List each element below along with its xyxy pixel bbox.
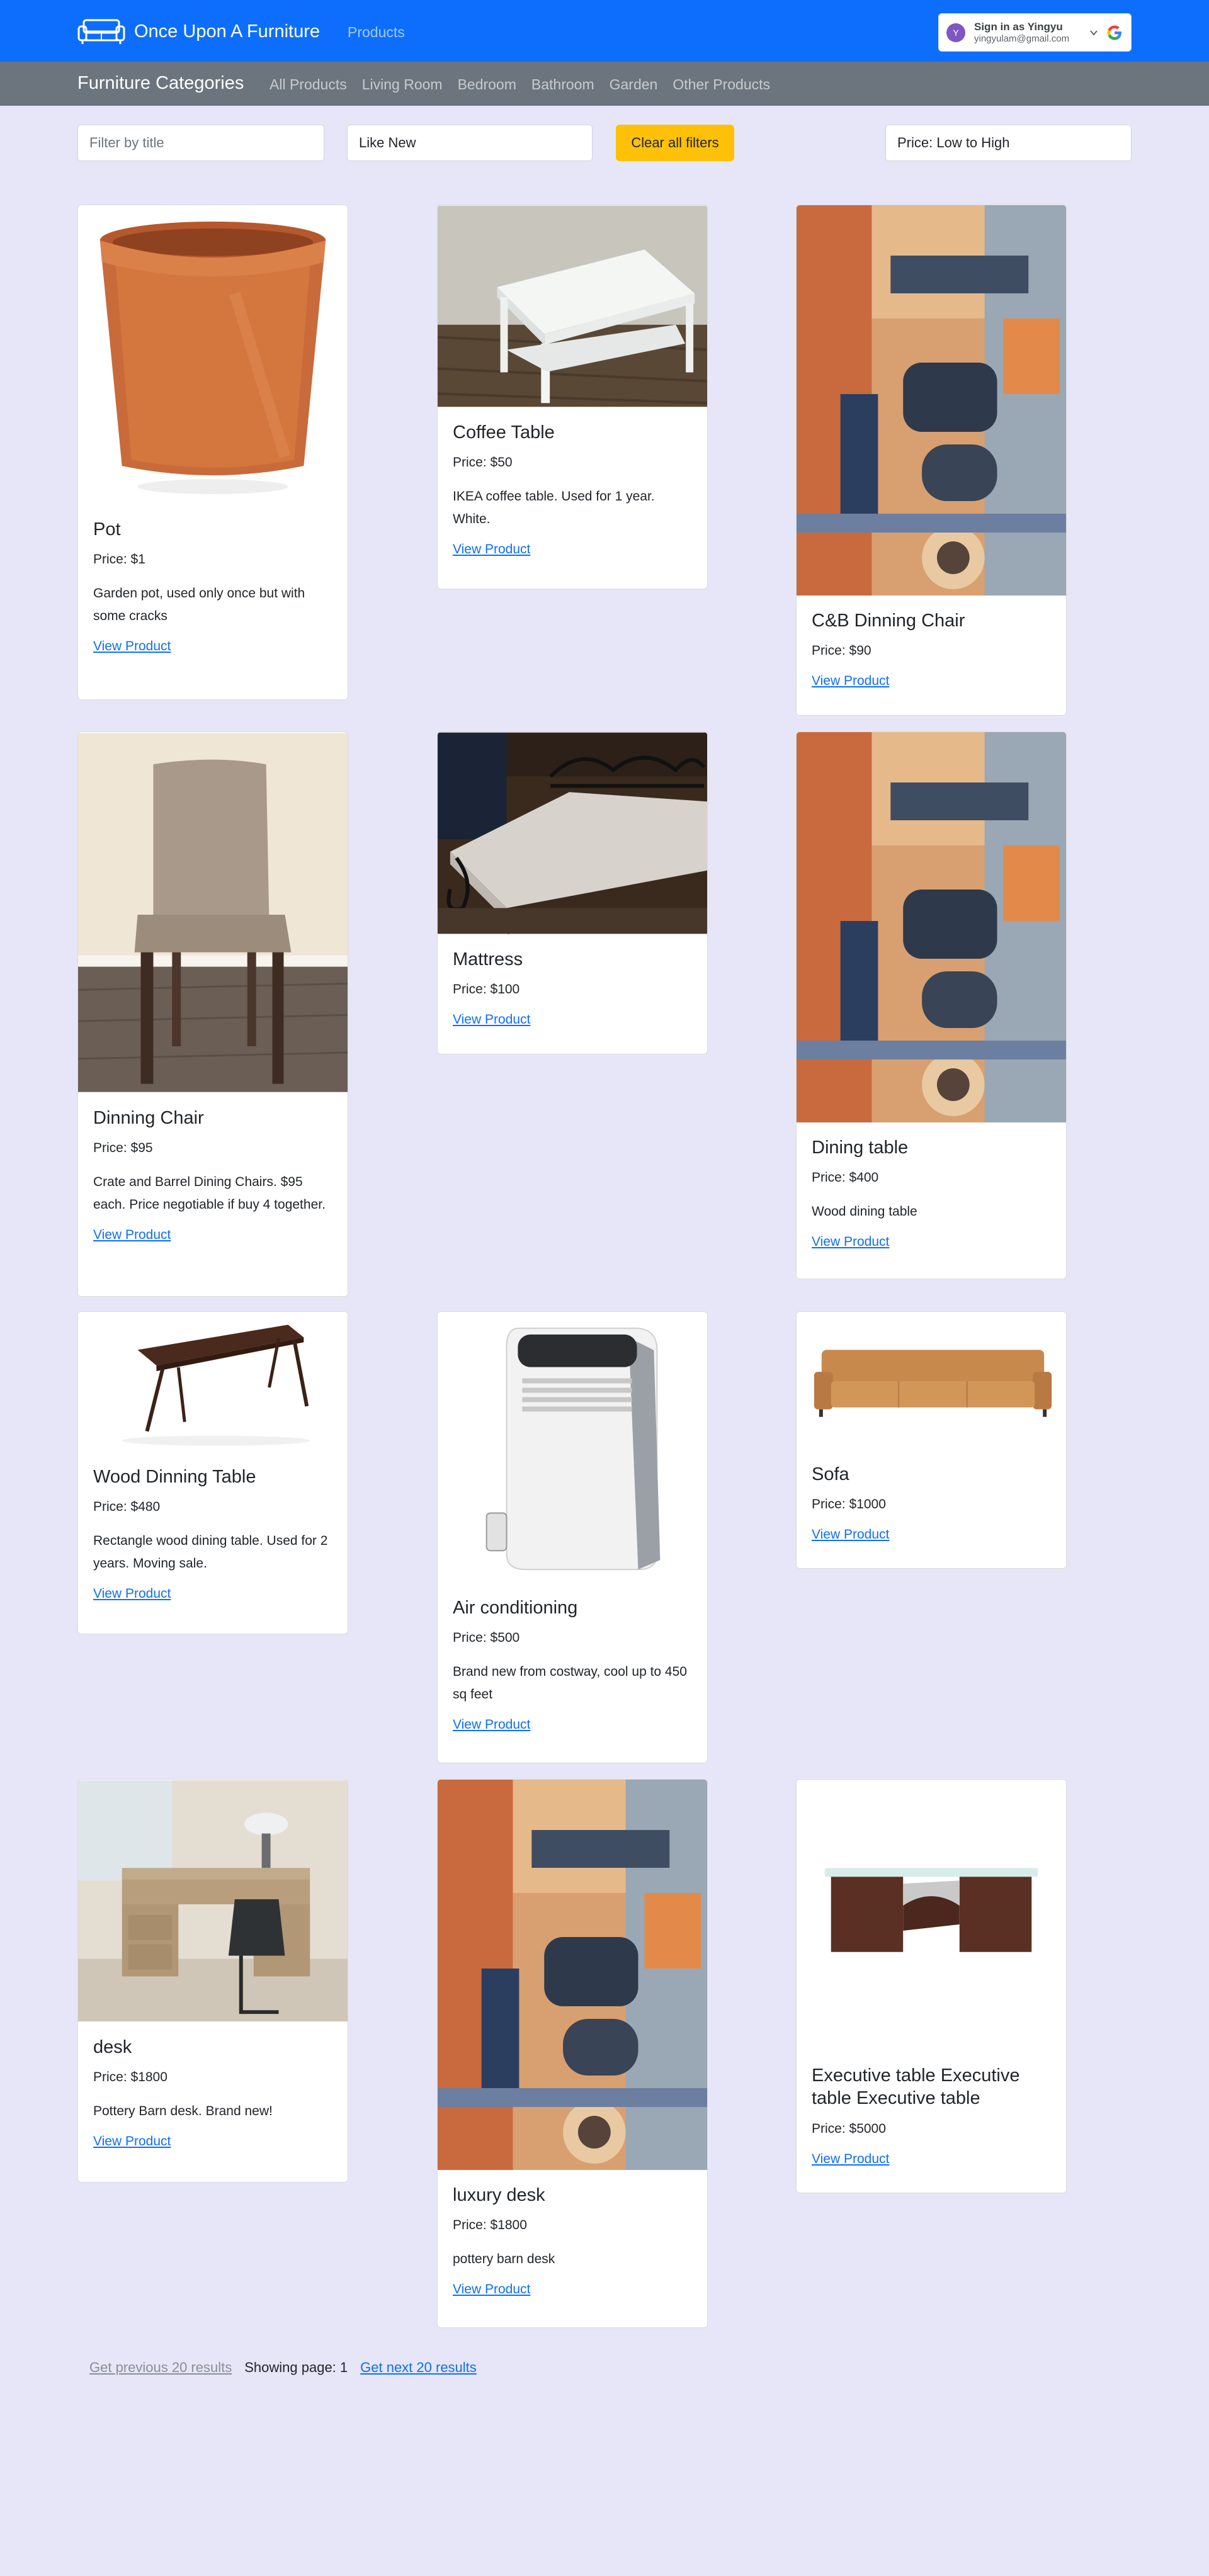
product-title: Coffee Table — [453, 422, 555, 443]
product-image-executive-table — [797, 1780, 1066, 2050]
product-description: Garden pot, used only once but with some… — [93, 586, 305, 623]
previous-page-link[interactable]: Get previous 20 results — [89, 2359, 232, 2376]
product-image-wood-dinning-table — [78, 1312, 348, 1452]
product-image-pot — [78, 205, 348, 504]
product-title: Wood Dinning Table — [93, 1467, 256, 1487]
product-card-luxury-desk: luxury desk Price: $1800 pottery barn de… — [437, 1779, 708, 2328]
product-card-pot: Pot Price: $1 Garden pot, used only once… — [77, 205, 348, 700]
product-price: Price: $480 — [93, 1500, 161, 1515]
product-title: Dining table — [812, 1138, 909, 1158]
product-description: Brand new from costway, cool up to 450 s… — [453, 1664, 687, 1702]
next-page-link[interactable]: Get next 20 results — [360, 2359, 477, 2376]
category-garden[interactable]: Garden — [610, 76, 658, 93]
product-description: Rectangle wood dining table. Used for 2 … — [93, 1534, 328, 1571]
view-product-link[interactable]: View Product — [812, 1527, 889, 1542]
product-title: desk — [93, 2037, 132, 2057]
product-image-luxury-desk — [438, 1780, 707, 2170]
view-product-link[interactable]: View Product — [453, 2282, 530, 2297]
view-product-link[interactable]: View Product — [812, 2152, 889, 2167]
product-price: Price: $1800 — [93, 2070, 167, 2085]
clear-filters-button[interactable]: Clear all filters — [616, 125, 734, 161]
product-description: Wood dining table — [812, 1204, 917, 1219]
product-price: Price: $100 — [453, 982, 520, 997]
product-title: Sofa — [812, 1464, 849, 1484]
product-card-dinning-chair: Dinning Chair Price: $95 Crate and Barre… — [77, 732, 348, 1297]
category-bedroom[interactable]: Bedroom — [458, 76, 516, 93]
category-other-products[interactable]: Other Products — [673, 76, 770, 93]
category-bathroom[interactable]: Bathroom — [531, 76, 594, 93]
product-description: pottery barn desk — [453, 2252, 555, 2267]
product-price: Price: $1 — [93, 552, 145, 567]
product-title: Mattress — [453, 949, 523, 969]
product-description: Pottery Barn desk. Brand new! — [93, 2104, 273, 2119]
pagination: Get previous 20 results Showing page: 1 … — [89, 2359, 477, 2376]
view-product-link[interactable]: View Product — [93, 2134, 171, 2149]
product-title: luxury desk — [453, 2185, 545, 2205]
product-price: Price: $500 — [453, 1630, 520, 1646]
category-living-room[interactable]: Living Room — [362, 76, 443, 93]
brand-name: Once Upon A Furniture — [134, 21, 320, 42]
view-product-link[interactable]: View Product — [453, 542, 530, 557]
signin-email: yingyulam@gmail.com — [974, 33, 1070, 44]
view-product-link[interactable]: View Product — [453, 1717, 530, 1732]
product-description: Crate and Barrel Dining Chairs. $95 each… — [93, 1175, 326, 1212]
product-card-air-conditioning: Air conditioning Price: $500 Brand new f… — [437, 1311, 708, 1763]
product-title: Air conditioning — [453, 1598, 578, 1618]
product-card-dining-table: Dining table Price: $400 Wood dining tab… — [796, 732, 1067, 1279]
chevron-down-icon — [1090, 30, 1098, 36]
product-image-dining-table — [797, 732, 1066, 1122]
view-product-link[interactable]: View Product — [812, 674, 889, 689]
signin-title: Sign in as Yingyu — [974, 21, 1063, 33]
category-all-products[interactable]: All Products — [270, 76, 347, 93]
product-title: Executive table Executive table Executiv… — [812, 2065, 1020, 2109]
product-card-wood-dinning-table: Wood Dinning Table Price: $480 Rectangle… — [77, 1311, 348, 1634]
product-price: Price: $5000 — [812, 2121, 886, 2136]
page-indicator: Showing page: 1 — [244, 2359, 348, 2375]
product-image-coffee-table — [438, 205, 707, 407]
product-price: Price: $90 — [812, 643, 871, 658]
avatar: Y — [946, 23, 965, 42]
view-product-link[interactable]: View Product — [453, 1012, 530, 1027]
view-product-link[interactable]: View Product — [93, 1586, 171, 1602]
product-price: Price: $1000 — [812, 1497, 886, 1512]
product-image-mattress — [438, 732, 707, 934]
product-card-mattress: Mattress Price: $100 View Product — [437, 732, 708, 1054]
product-title: Dinning Chair — [93, 1108, 204, 1128]
product-image-dinning-chair — [78, 732, 348, 1093]
view-product-link[interactable]: View Product — [812, 1234, 889, 1250]
product-price: Price: $95 — [93, 1141, 153, 1156]
category-title[interactable]: Furniture Categories — [77, 73, 244, 94]
product-card-executive-table: Executive table Executive table Executiv… — [796, 1779, 1067, 2193]
product-image-desk — [78, 1780, 348, 2022]
title-filter-input[interactable] — [77, 125, 324, 161]
product-title: Pot — [93, 519, 121, 539]
brand[interactable]: Once Upon A Furniture — [77, 16, 320, 47]
nav-products-link[interactable]: Products — [348, 24, 405, 41]
product-card-cb-dinning-chair: C&B Dinning Chair Price: $90 View Produc… — [796, 205, 1067, 716]
product-price: Price: $400 — [812, 1170, 879, 1185]
product-price: Price: $50 — [453, 455, 513, 470]
category-links: All Products Living Room Bedroom Bathroo… — [270, 76, 785, 93]
condition-filter-input[interactable] — [347, 125, 593, 161]
product-card-coffee-table: Coffee Table Price: $50 IKEA coffee tabl… — [437, 205, 708, 589]
product-image-cb-dinning-chair — [797, 205, 1066, 596]
view-product-link[interactable]: View Product — [93, 1228, 171, 1243]
product-card-desk: desk Price: $1800 Pottery Barn desk. Bra… — [77, 1779, 348, 2183]
product-image-air-conditioning — [438, 1312, 707, 1583]
product-price: Price: $1800 — [453, 2218, 527, 2233]
product-title: C&B Dinning Chair — [812, 611, 965, 631]
view-product-link[interactable]: View Product — [93, 639, 171, 654]
google-signin-button[interactable]: Y Sign in as Yingyu yingyulam@gmail.com — [938, 13, 1132, 52]
top-navbar: Once Upon A Furniture Products Y Sign in… — [0, 0, 1209, 62]
category-bar: Furniture Categories All Products Living… — [0, 62, 1209, 106]
product-description: IKEA coffee table. Used for 1 year. Whit… — [453, 489, 655, 526]
product-image-sofa — [797, 1312, 1066, 1449]
product-card-sofa: Sofa Price: $1000 View Product — [796, 1311, 1067, 1569]
sort-select[interactable] — [885, 125, 1132, 161]
sofa-logo-icon — [77, 19, 125, 44]
google-icon — [1107, 25, 1121, 40]
